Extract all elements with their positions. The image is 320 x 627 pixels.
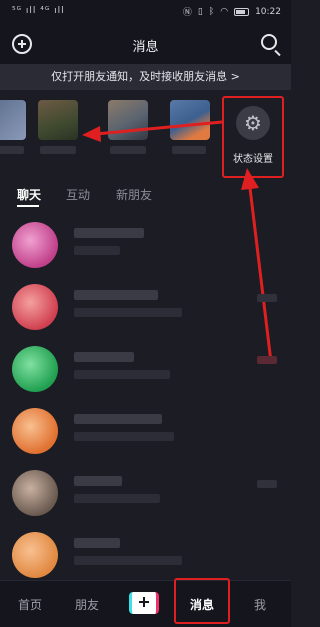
list-item[interactable] xyxy=(0,214,291,274)
message-placeholder xyxy=(74,432,174,441)
message-placeholder xyxy=(74,494,160,503)
status-setting-label: 状态设置 xyxy=(233,154,273,165)
tab-indicator xyxy=(17,205,39,207)
nav-me[interactable]: 我 xyxy=(240,596,280,613)
friend-avatar[interactable] xyxy=(0,100,26,140)
clock: 10:22 xyxy=(255,6,281,17)
friend-name-placeholder xyxy=(40,146,76,154)
tab-new-friends[interactable]: 新朋友 xyxy=(116,186,152,203)
bottom-nav: 首页 朋友 消息 我 xyxy=(0,580,291,627)
annotation-arrow-left xyxy=(82,120,223,142)
avatar xyxy=(12,284,58,330)
gear-icon: ⚙ xyxy=(236,106,270,140)
nav-friends[interactable]: 朋友 xyxy=(67,596,107,613)
avatar xyxy=(12,532,58,578)
avatar xyxy=(12,408,58,454)
vibrate-icon: ▯ xyxy=(197,6,203,17)
nav-home[interactable]: 首页 xyxy=(10,596,50,613)
tab-interaction[interactable]: 互动 xyxy=(66,186,90,203)
friend-avatar[interactable] xyxy=(38,100,78,140)
wifi-icon: ◠ xyxy=(220,6,229,17)
tab-chat[interactable]: 聊天 xyxy=(17,186,41,203)
nfc-icon: Ⓝ xyxy=(182,8,192,18)
avatar xyxy=(12,346,58,392)
avatar xyxy=(12,470,58,516)
time-placeholder xyxy=(257,294,277,302)
message-tabs: 聊天 互动 新朋友 xyxy=(0,178,291,212)
avatar xyxy=(12,222,58,268)
time-placeholder xyxy=(257,480,277,488)
signal-indicator: ⁵ᴳ ıll ⁴ᴳ ıll xyxy=(12,6,65,16)
notification-banner[interactable]: 仅打开朋友通知，及时接收朋友消息 > xyxy=(0,64,291,90)
annotation-highlight-box xyxy=(174,578,230,624)
message-placeholder xyxy=(74,556,182,565)
message-placeholder xyxy=(74,246,120,255)
friend-name-placeholder xyxy=(172,146,206,154)
page-title: 消息 xyxy=(132,40,159,55)
battery-icon xyxy=(234,7,250,16)
name-placeholder xyxy=(74,352,134,362)
list-item[interactable] xyxy=(0,338,291,398)
header: 消息 xyxy=(0,24,291,64)
time-placeholder xyxy=(257,356,277,364)
list-item[interactable] xyxy=(0,524,291,580)
name-placeholder xyxy=(74,228,144,238)
list-item[interactable] xyxy=(0,400,291,460)
search-icon[interactable] xyxy=(261,34,277,50)
chat-list xyxy=(0,214,291,580)
status-bar: ⁵ᴳ ıll ⁴ᴳ ıll Ⓝ ▯ ᛒ ◠ 10:22 xyxy=(0,0,291,24)
status-icons: Ⓝ ▯ ᛒ ◠ 10:22 xyxy=(182,5,281,19)
name-placeholder xyxy=(74,414,162,424)
name-placeholder xyxy=(74,290,158,300)
list-item[interactable] xyxy=(0,462,291,522)
friend-name-placeholder xyxy=(0,146,24,154)
message-placeholder xyxy=(74,308,182,317)
plus-icon[interactable] xyxy=(129,592,159,614)
list-item[interactable] xyxy=(0,276,291,336)
message-placeholder xyxy=(74,370,170,379)
friend-name-placeholder xyxy=(110,146,146,154)
name-placeholder xyxy=(74,476,122,486)
bluetooth-icon: ᛒ xyxy=(208,6,215,17)
name-placeholder xyxy=(74,538,120,548)
